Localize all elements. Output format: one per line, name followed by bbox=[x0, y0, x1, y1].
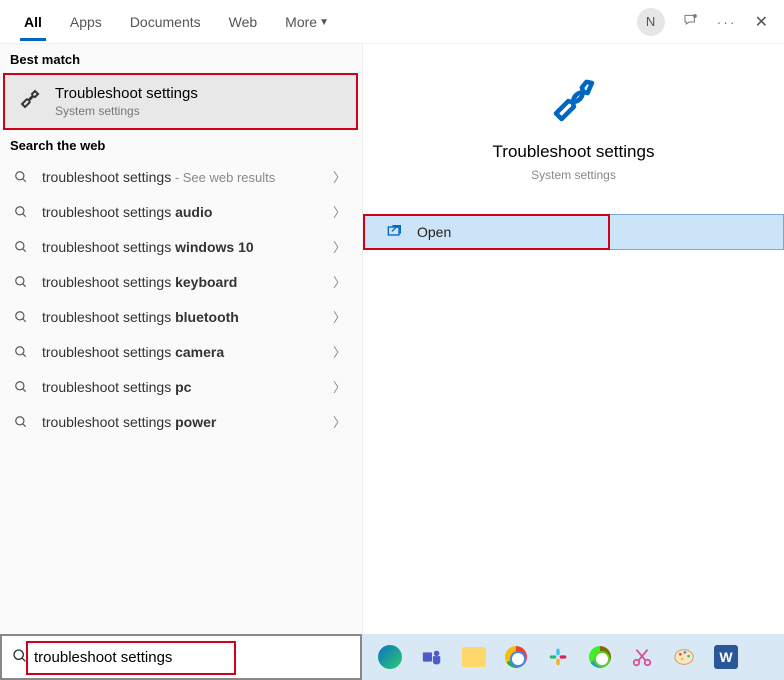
best-match-item[interactable]: Troubleshoot settings System settings bbox=[3, 73, 358, 130]
search-box[interactable] bbox=[0, 634, 362, 680]
chevron-right-icon[interactable]: 〉 bbox=[333, 237, 350, 256]
result-text: troubleshoot settings audio bbox=[42, 204, 321, 220]
web-result-item[interactable]: troubleshoot settings audio 〉 bbox=[0, 194, 362, 229]
close-icon[interactable]: ✕ bbox=[755, 12, 768, 32]
actions-row: Open bbox=[363, 214, 784, 250]
search-web-header: Search the web bbox=[0, 130, 362, 159]
preview-subtitle: System settings bbox=[373, 168, 774, 182]
taskbar bbox=[362, 634, 784, 680]
result-text: troubleshoot settings bluetooth bbox=[42, 309, 321, 325]
search-icon bbox=[12, 275, 30, 289]
search-tabs: All Apps Documents Web More▼ N ··· ✕ bbox=[0, 0, 784, 44]
result-text: troubleshoot settings pc bbox=[42, 379, 321, 395]
taskbar-explorer-icon[interactable] bbox=[460, 643, 488, 671]
result-text: troubleshoot settings keyboard bbox=[42, 274, 321, 290]
preview-title: Troubleshoot settings bbox=[373, 142, 774, 162]
taskbar-chrome-canary-icon[interactable] bbox=[586, 643, 614, 671]
open-icon bbox=[387, 224, 403, 241]
web-result-item[interactable]: troubleshoot settings - See web results 〉 bbox=[0, 159, 362, 194]
wrench-large-icon bbox=[547, 74, 601, 128]
search-icon bbox=[12, 310, 30, 324]
web-result-item[interactable]: troubleshoot settings bluetooth 〉 bbox=[0, 299, 362, 334]
account-avatar[interactable]: N bbox=[637, 8, 665, 36]
search-icon bbox=[12, 170, 30, 184]
taskbar-slack-icon[interactable] bbox=[544, 643, 572, 671]
chevron-right-icon[interactable]: 〉 bbox=[333, 167, 350, 186]
taskbar-teams-icon[interactable] bbox=[418, 643, 446, 671]
best-match-title: Troubleshoot settings bbox=[55, 85, 198, 102]
chevron-right-icon[interactable]: 〉 bbox=[333, 272, 350, 291]
search-icon bbox=[12, 648, 28, 667]
web-result-item[interactable]: troubleshoot settings camera 〉 bbox=[0, 334, 362, 369]
open-label: Open bbox=[417, 224, 451, 240]
search-icon bbox=[12, 380, 30, 394]
search-icon bbox=[12, 240, 30, 254]
chevron-right-icon[interactable]: 〉 bbox=[333, 307, 350, 326]
tab-documents[interactable]: Documents bbox=[116, 4, 215, 40]
preview-panel: Troubleshoot settings System settings Op… bbox=[362, 44, 784, 680]
result-text: troubleshoot settings camera bbox=[42, 344, 321, 360]
taskbar-word-icon[interactable] bbox=[712, 643, 740, 671]
result-text: troubleshoot settings - See web results bbox=[42, 169, 321, 185]
tab-web[interactable]: Web bbox=[215, 4, 272, 40]
web-result-item[interactable]: troubleshoot settings windows 10 〉 bbox=[0, 229, 362, 264]
taskbar-chrome-icon[interactable] bbox=[502, 643, 530, 671]
more-options-icon[interactable]: ··· bbox=[717, 14, 737, 30]
web-result-item[interactable]: troubleshoot settings pc 〉 bbox=[0, 369, 362, 404]
web-result-item[interactable]: troubleshoot settings power 〉 bbox=[0, 404, 362, 439]
chevron-right-icon[interactable]: 〉 bbox=[333, 412, 350, 431]
open-action[interactable]: Open bbox=[363, 214, 610, 250]
taskbar-snipping-icon[interactable] bbox=[628, 643, 656, 671]
tab-apps[interactable]: Apps bbox=[56, 4, 116, 40]
results-panel: Best match Troubleshoot settings System … bbox=[0, 44, 362, 680]
result-text: troubleshoot settings windows 10 bbox=[42, 239, 321, 255]
search-icon bbox=[12, 205, 30, 219]
web-result-item[interactable]: troubleshoot settings keyboard 〉 bbox=[0, 264, 362, 299]
best-match-subtitle: System settings bbox=[55, 104, 198, 118]
wrench-icon bbox=[17, 85, 43, 111]
chevron-right-icon[interactable]: 〉 bbox=[333, 377, 350, 396]
feedback-icon[interactable] bbox=[683, 12, 699, 31]
search-icon bbox=[12, 345, 30, 359]
best-match-header: Best match bbox=[0, 44, 362, 73]
tab-all[interactable]: All bbox=[10, 4, 56, 40]
result-text: troubleshoot settings power bbox=[42, 414, 321, 430]
taskbar-edge-icon[interactable] bbox=[376, 643, 404, 671]
chevron-down-icon: ▼ bbox=[319, 17, 329, 28]
tab-more[interactable]: More▼ bbox=[271, 4, 343, 40]
search-icon bbox=[12, 415, 30, 429]
taskbar-paint-icon[interactable] bbox=[670, 643, 698, 671]
chevron-right-icon[interactable]: 〉 bbox=[333, 202, 350, 221]
search-input[interactable] bbox=[34, 649, 224, 666]
chevron-right-icon[interactable]: 〉 bbox=[333, 342, 350, 361]
